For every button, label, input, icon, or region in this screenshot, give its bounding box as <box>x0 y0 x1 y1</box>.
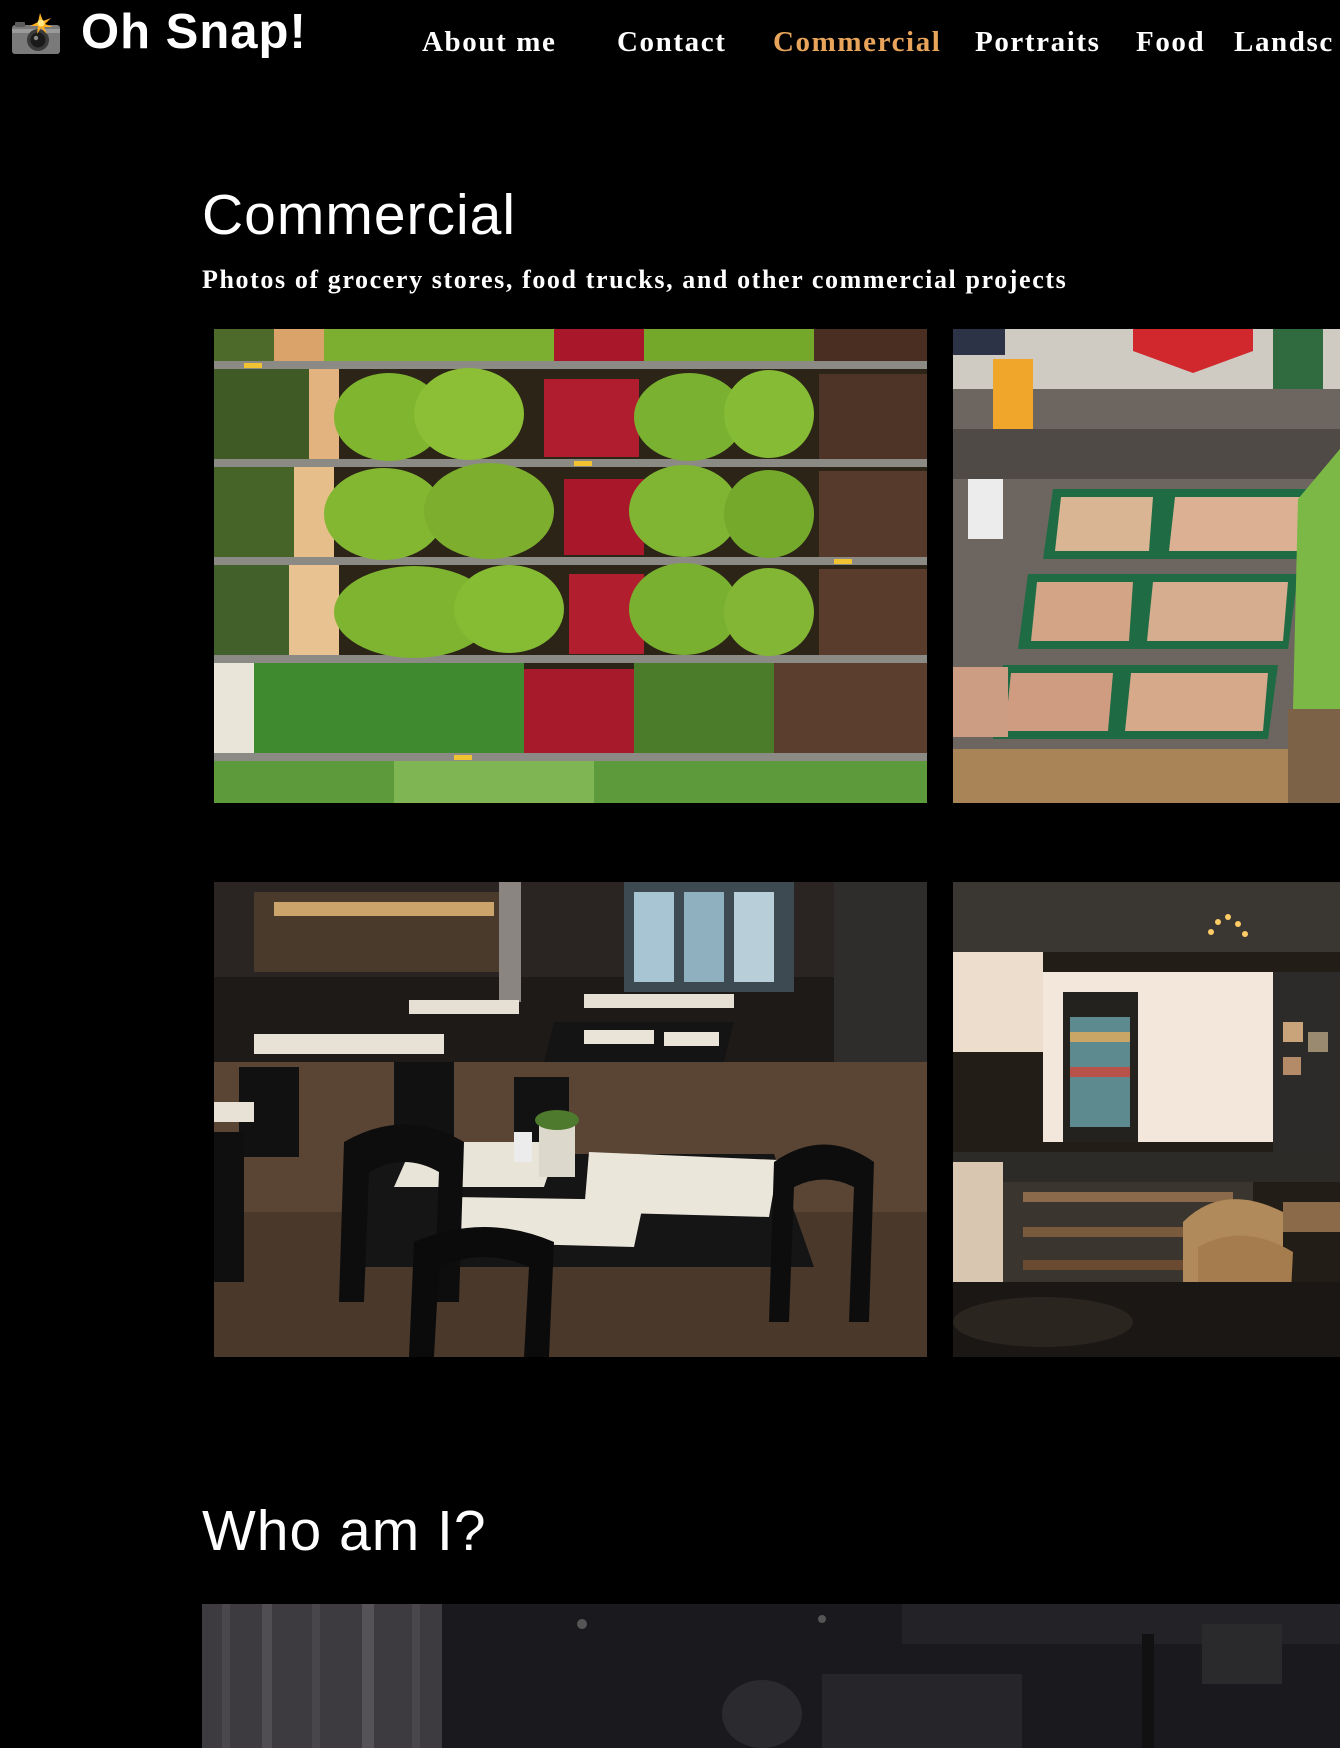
photo-cafe-bar[interactable] <box>953 882 1340 1357</box>
photo-restaurant-tables[interactable] <box>214 882 927 1357</box>
section-title-commercial: Commercial <box>202 183 517 247</box>
nav-food[interactable]: Food <box>1136 22 1205 62</box>
section-title-who-am-i: Who am I? <box>202 1499 487 1563</box>
main-nav: About me Contact Commercial Portraits Fo… <box>0 0 1340 90</box>
page: Oh Snap! About me Contact Commercial Por… <box>0 0 1340 1748</box>
nav-landscapes[interactable]: Landsc <box>1234 22 1334 62</box>
nav-portraits[interactable]: Portraits <box>975 22 1101 62</box>
nav-about-me[interactable]: About me <box>422 22 556 62</box>
photo-grocery-fruit[interactable] <box>953 329 1340 803</box>
nav-commercial[interactable]: Commercial <box>773 22 941 62</box>
section-subtitle: Photos of grocery stores, food trucks, a… <box>202 265 1068 294</box>
photo-about-me <box>202 1604 1340 1748</box>
photo-grocery-produce[interactable] <box>214 329 927 803</box>
nav-contact[interactable]: Contact <box>617 22 726 62</box>
